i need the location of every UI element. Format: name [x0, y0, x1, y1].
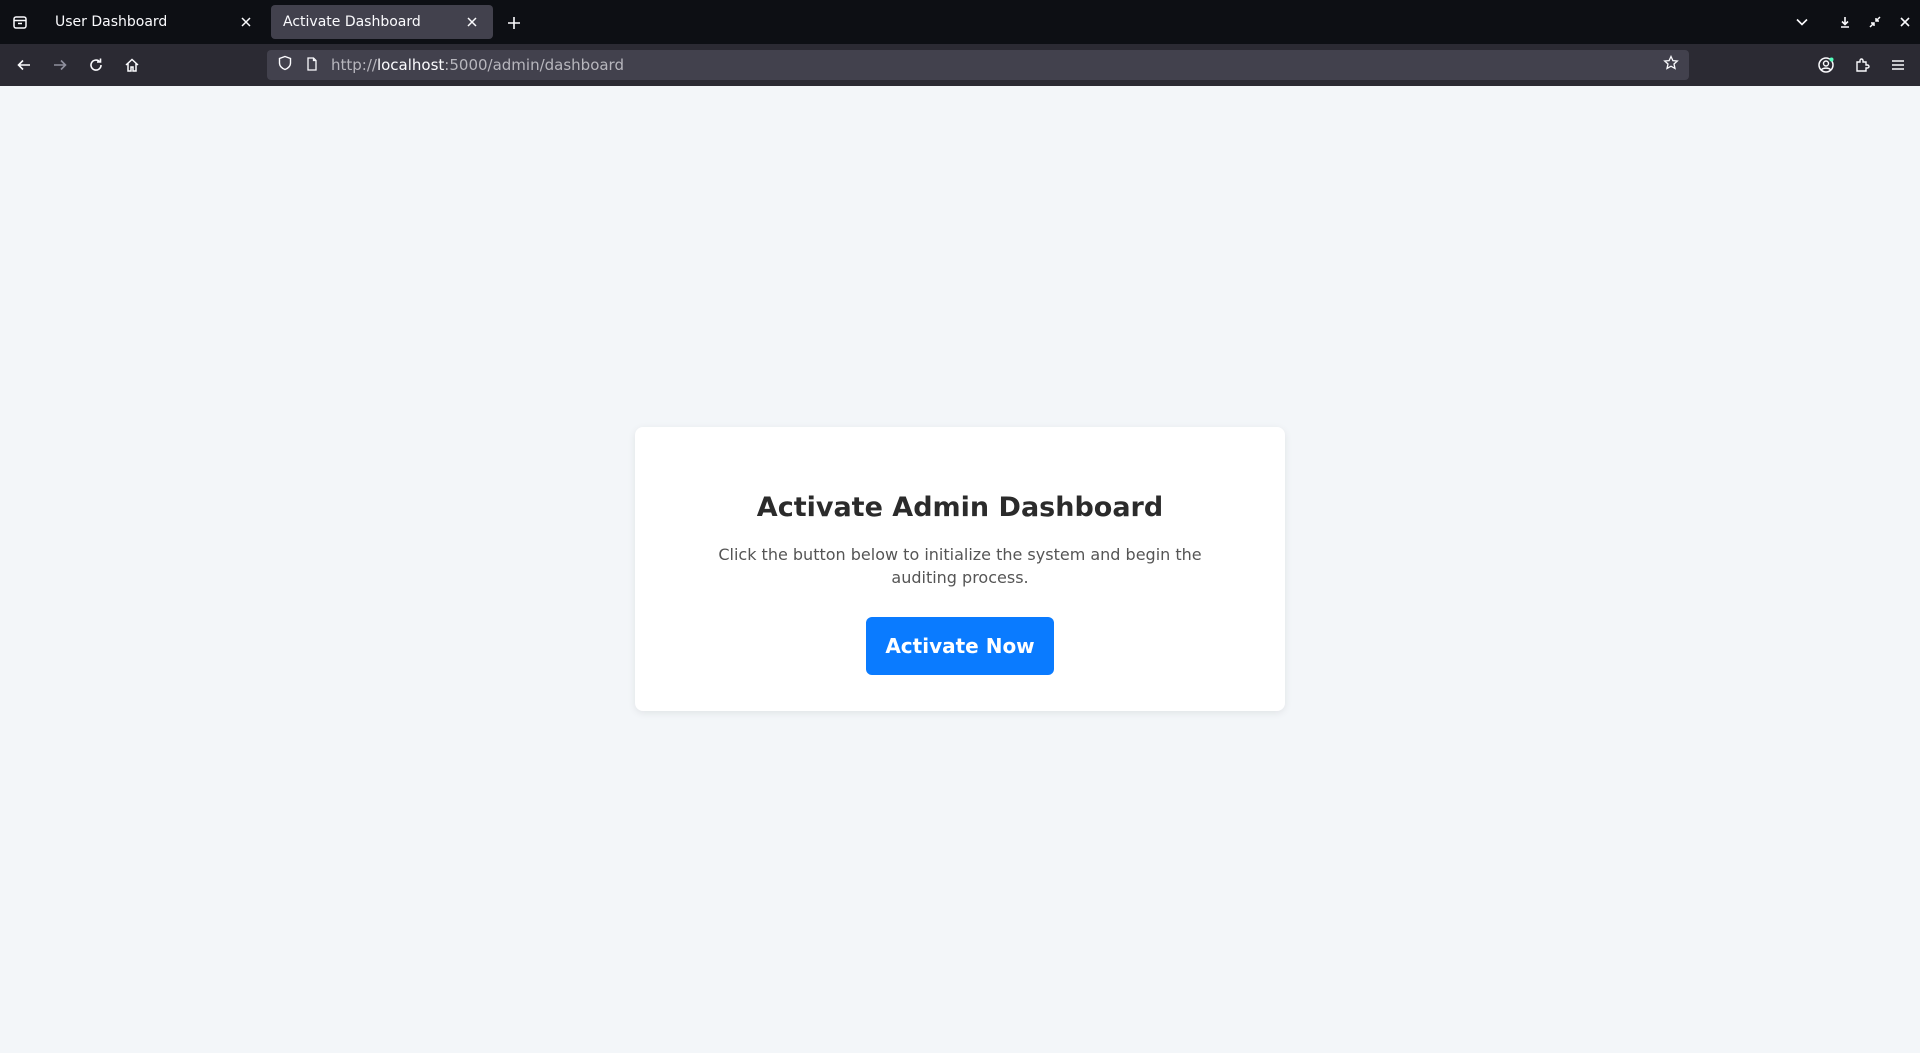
new-tab-button[interactable]: [502, 11, 526, 35]
close-icon[interactable]: [1890, 0, 1920, 44]
tab-strip: User Dashboard Activate Dashboard: [0, 0, 1920, 44]
account-icon[interactable]: [1808, 49, 1844, 81]
forward-arrow-icon[interactable]: [42, 49, 78, 81]
home-icon[interactable]: [114, 49, 150, 81]
plus-icon: [508, 17, 520, 29]
back-arrow-icon[interactable]: [6, 49, 42, 81]
close-icon[interactable]: [463, 13, 481, 31]
close-icon[interactable]: [237, 13, 255, 31]
window-controls: [1774, 0, 1920, 44]
tab-user-dashboard[interactable]: User Dashboard: [43, 5, 267, 39]
puzzle-icon[interactable]: [1844, 49, 1880, 81]
tab-label: Activate Dashboard: [283, 14, 421, 30]
activate-now-button[interactable]: Activate Now: [866, 617, 1054, 675]
tab-list-icon[interactable]: [0, 0, 40, 44]
toolbar-right: [1808, 44, 1920, 86]
reload-icon[interactable]: [78, 49, 114, 81]
card-title: Activate Admin Dashboard: [756, 492, 1164, 523]
hamburger-menu-icon[interactable]: [1880, 49, 1916, 81]
url-scheme: http://: [331, 56, 377, 74]
page-content: Activate Admin Dashboard Click the butto…: [0, 86, 1920, 1053]
page-icon: [305, 56, 319, 75]
url-text[interactable]: http://localhost:5000/admin/dashboard: [331, 56, 624, 74]
tab-label: User Dashboard: [55, 14, 168, 30]
chevron-down-icon[interactable]: [1774, 0, 1830, 44]
activation-card: Activate Admin Dashboard Click the butto…: [635, 427, 1285, 711]
star-icon[interactable]: [1663, 54, 1679, 75]
download-icon[interactable]: [1830, 0, 1860, 44]
url-host: localhost: [376, 56, 445, 74]
tab-activate-dashboard[interactable]: Activate Dashboard: [271, 5, 493, 39]
restore-icon[interactable]: [1860, 0, 1890, 44]
card-description: Click the button below to initialize the…: [718, 545, 1202, 587]
address-bar[interactable]: http://localhost:5000/admin/dashboard: [267, 50, 1689, 80]
url-path: :5000/admin/dashboard: [444, 56, 624, 74]
shield-icon[interactable]: [277, 55, 293, 75]
